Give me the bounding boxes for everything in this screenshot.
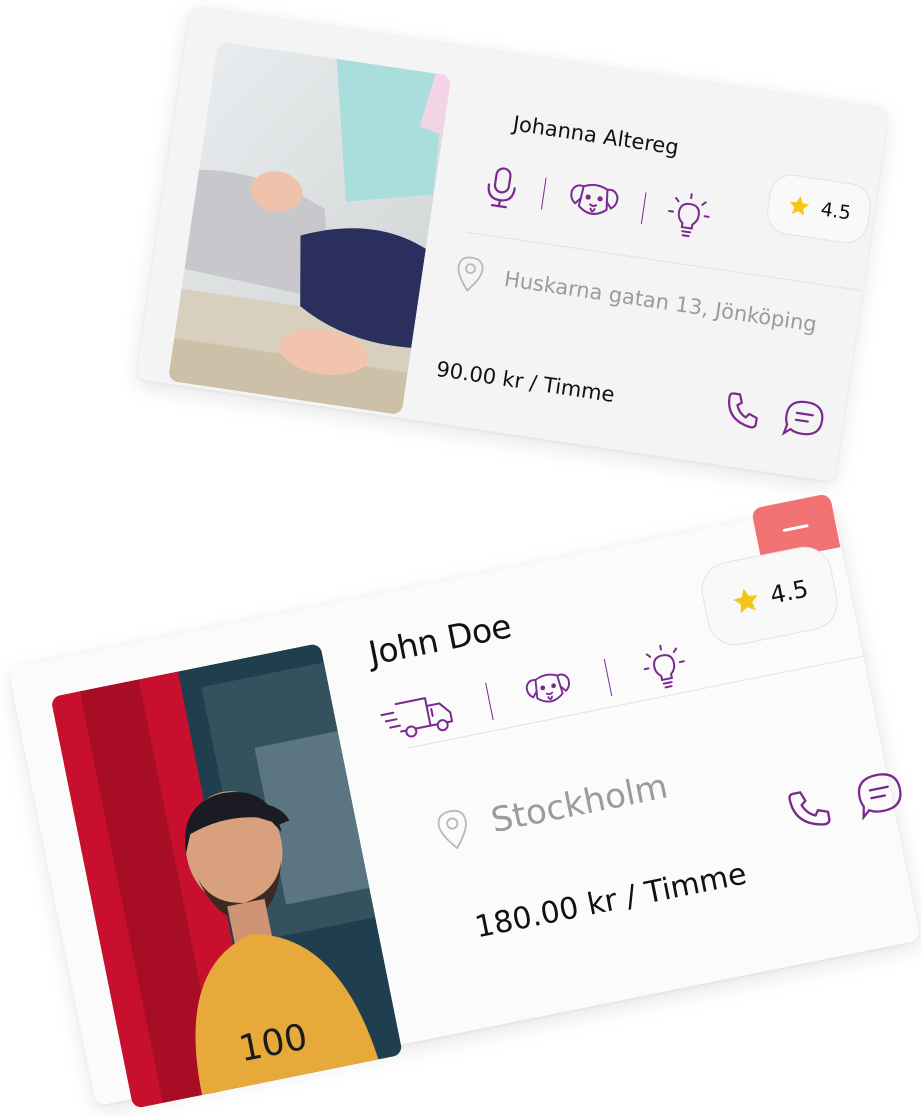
chat-icon[interactable]	[780, 396, 827, 442]
lightbulb-icon	[665, 189, 713, 241]
provider-name: Johanna Altereg	[511, 111, 681, 160]
rating-value: 4.5	[819, 198, 853, 225]
provider-photo: 100	[50, 642, 403, 1109]
phone-icon[interactable]	[723, 390, 762, 431]
microphone-icon	[481, 164, 523, 211]
dog-icon	[521, 664, 576, 715]
chat-icon[interactable]	[852, 767, 908, 822]
star-icon	[789, 196, 810, 216]
lightbulb-icon	[639, 639, 690, 694]
rating-badge: 4.5	[764, 171, 874, 247]
separator	[485, 682, 494, 721]
star-icon	[733, 588, 758, 614]
phone-icon[interactable]	[786, 784, 834, 833]
provider-name: John Doe	[365, 606, 515, 673]
location-pin-icon	[437, 809, 467, 850]
price: 90.00 kr / Timme	[434, 356, 617, 407]
contact-actions	[785, 767, 908, 835]
location: Stockholm	[432, 763, 671, 855]
location-pin-icon	[457, 256, 484, 292]
rating-value: 4.5	[767, 574, 811, 610]
provider-card-johanna[interactable]: Johanna Altereg 4.5 Huskarna gatan 13, J…	[135, 5, 890, 483]
rating-badge: 4.5	[696, 541, 843, 651]
price: 180.00 kr / Timme	[471, 856, 750, 946]
separator	[640, 192, 647, 225]
location: Huskarna gatan 13, Jönköping	[452, 253, 819, 344]
provider-card-john[interactable]: 100 John Doe 4.5 Stockholm 180.00 kr / T…	[8, 493, 921, 1109]
separator	[603, 658, 613, 697]
contact-actions	[723, 388, 828, 442]
separator	[540, 177, 547, 210]
delivery-truck-icon	[377, 687, 458, 745]
dog-icon	[565, 176, 623, 225]
location-text: Stockholm	[487, 766, 672, 842]
service-icons	[481, 162, 713, 241]
provider-photo	[167, 41, 452, 416]
minus-icon	[782, 523, 809, 533]
